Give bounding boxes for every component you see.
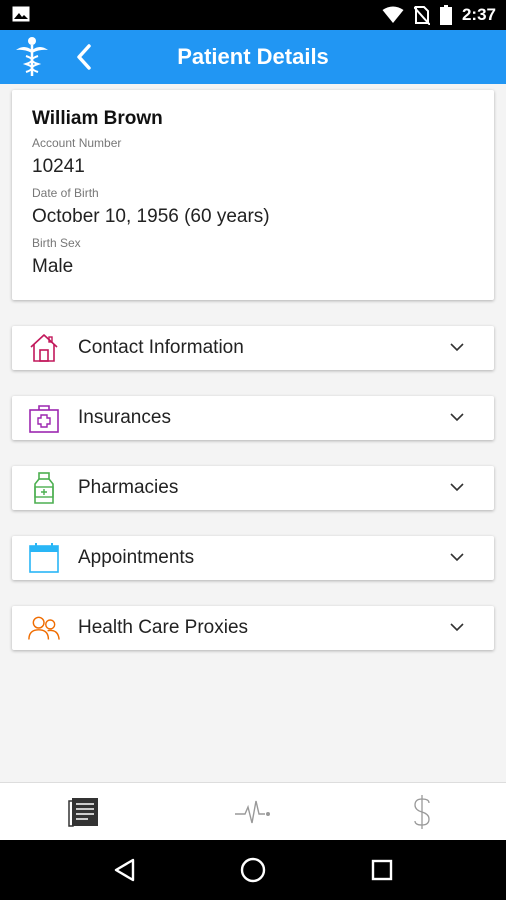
medical-briefcase-icon	[29, 405, 59, 433]
medicine-bottle-icon	[34, 472, 54, 504]
chevron-down-icon	[450, 483, 464, 492]
recents-square-icon	[371, 859, 392, 881]
app-bar: Patient Details	[0, 30, 506, 84]
section-health-care-proxies[interactable]: Health Care Proxies	[12, 606, 494, 650]
calendar-icon	[29, 543, 59, 573]
section-label: Contact Information	[78, 337, 244, 358]
wifi-icon	[382, 6, 404, 23]
chevron-down-icon	[450, 343, 464, 352]
image-icon	[12, 6, 30, 22]
system-home-button[interactable]	[233, 850, 273, 890]
nav-tab-details[interactable]	[0, 783, 169, 840]
section-label: Appointments	[78, 547, 195, 568]
section-label: Insurances	[78, 407, 171, 428]
section-label: Health Care Proxies	[78, 617, 249, 638]
section-insurances[interactable]: Insurances	[12, 396, 494, 440]
birth-sex-label: Birth Sex	[32, 236, 81, 250]
chevron-down-icon	[450, 413, 464, 422]
home-circle-icon	[240, 857, 266, 883]
system-navigation-bar	[0, 840, 506, 900]
page-title: Patient Details	[177, 44, 329, 69]
status-bar: 2:37	[0, 0, 506, 30]
birth-sex-value: Male	[32, 256, 74, 277]
section-label: Pharmacies	[78, 477, 179, 498]
back-triangle-icon	[115, 858, 135, 882]
system-recents-button[interactable]	[362, 850, 402, 890]
heartbeat-icon	[235, 800, 270, 823]
battery-icon	[439, 5, 452, 25]
dollar-icon	[414, 794, 430, 829]
status-time: 2:37	[461, 5, 496, 24]
account-number-label: Account Number	[32, 136, 122, 150]
nav-tab-vitals[interactable]	[169, 783, 338, 840]
system-back-button[interactable]	[104, 850, 144, 890]
document-icon	[68, 797, 99, 827]
section-pharmacies[interactable]: Pharmacies	[12, 466, 494, 510]
patient-summary-card: William Brown Account Number 10241 Date …	[12, 90, 494, 300]
bottom-navigation	[0, 782, 506, 840]
dob-value: October 10, 1956 (60 years)	[32, 206, 270, 227]
account-number-value: 10241	[32, 156, 85, 177]
chevron-down-icon	[450, 623, 464, 632]
dob-label: Date of Birth	[32, 186, 99, 200]
section-appointments[interactable]: Appointments	[12, 536, 494, 580]
people-icon	[28, 616, 60, 640]
no-sim-icon	[413, 6, 430, 25]
house-icon	[30, 334, 58, 362]
nav-tab-billing[interactable]	[337, 783, 506, 840]
chevron-down-icon	[450, 553, 464, 562]
patient-name: William Brown	[32, 108, 163, 129]
section-contact-information[interactable]: Contact Information	[12, 326, 494, 370]
